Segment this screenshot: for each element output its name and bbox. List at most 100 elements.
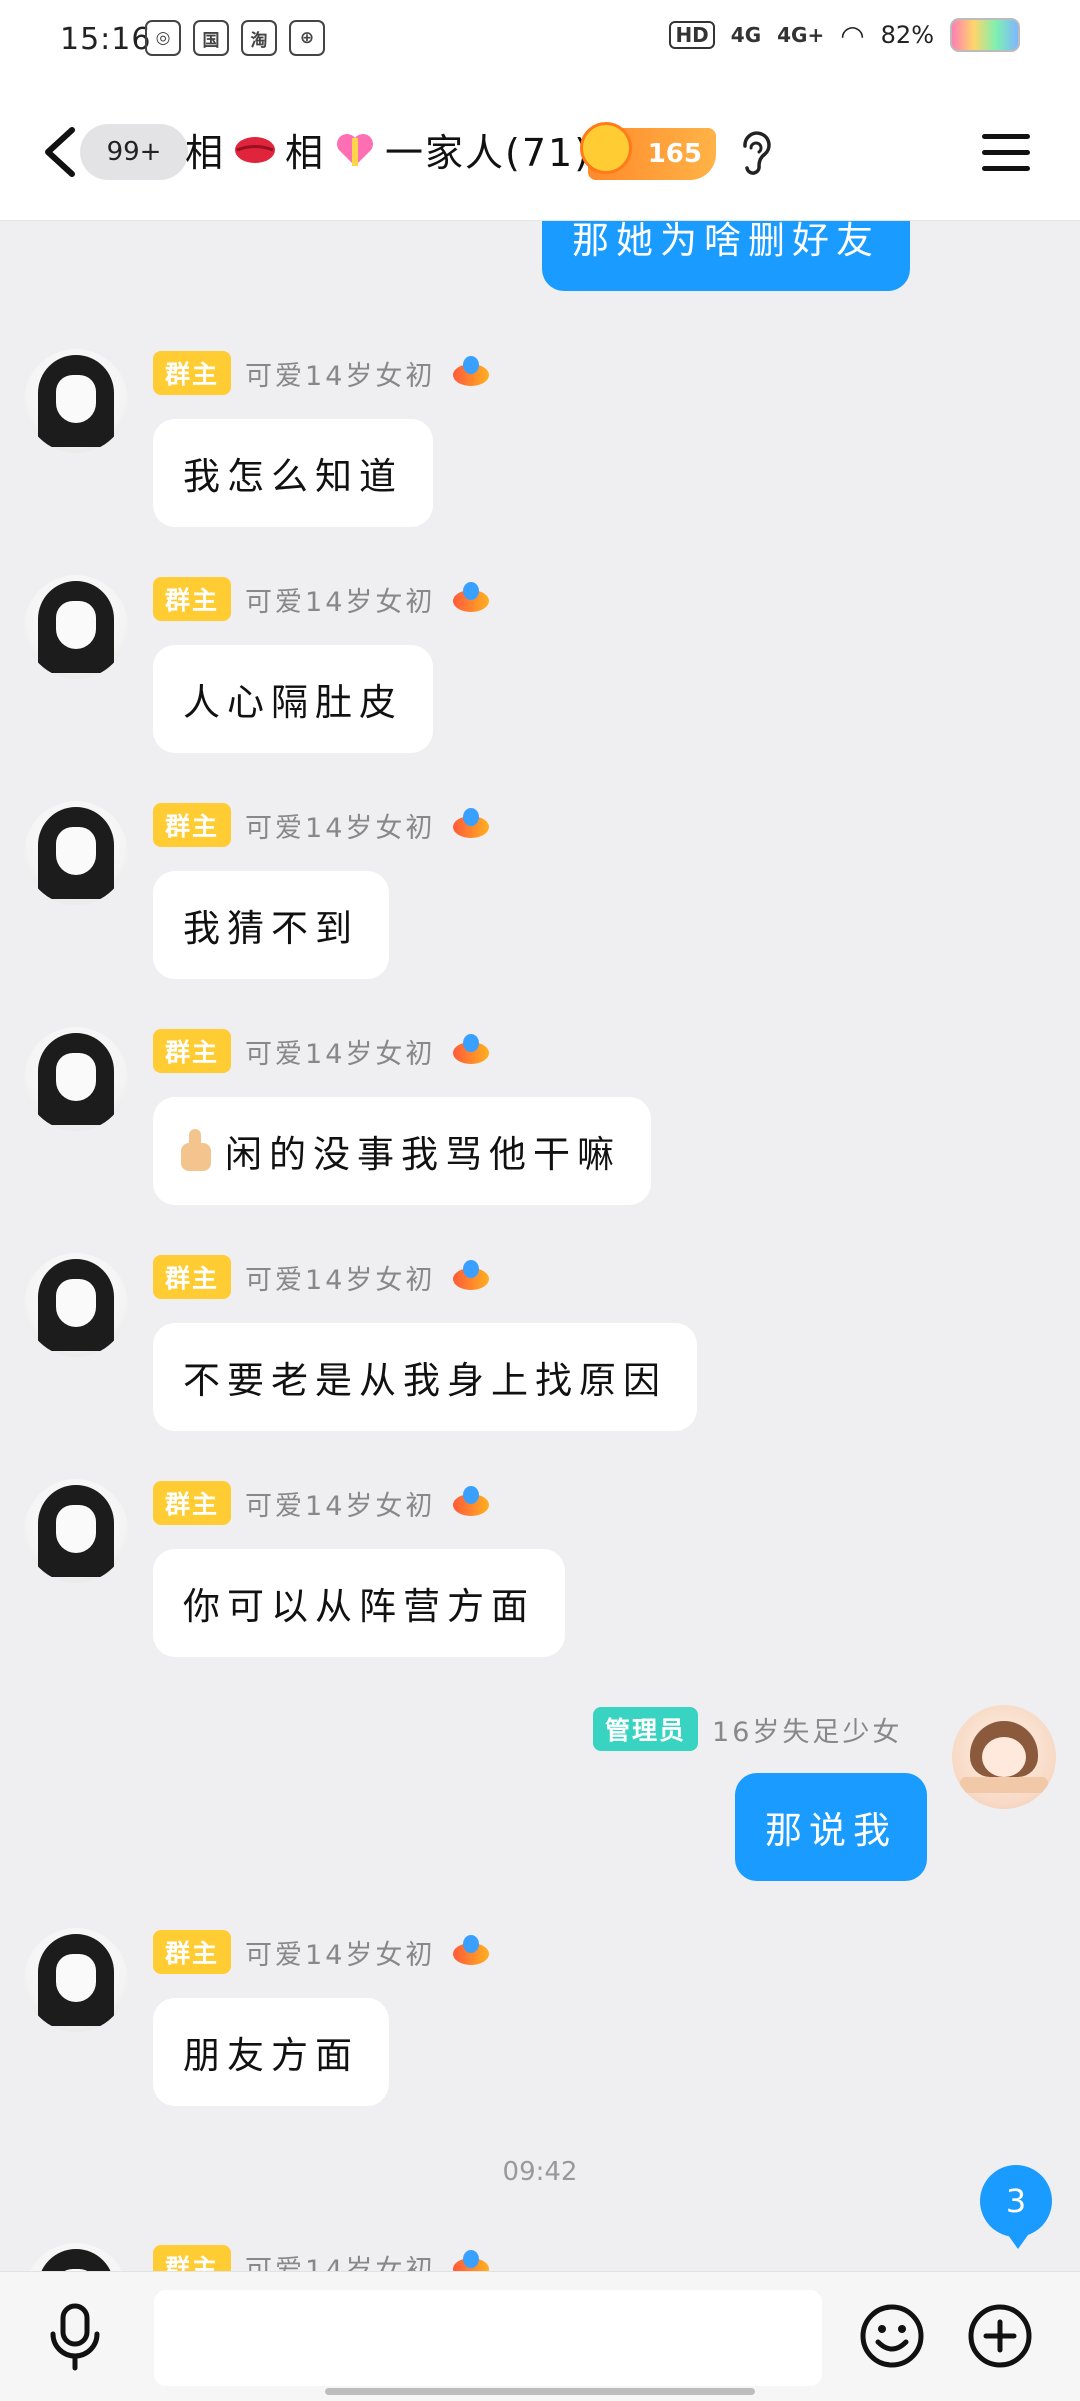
member-title-icon xyxy=(449,582,493,616)
message-bubble[interactable]: 不要老是从我身上找原因 xyxy=(153,1323,697,1431)
chat-header: 99+ 相 相 一家人(71) 165 xyxy=(0,84,1080,221)
message-bubble[interactable]: 人心隔肚皮 xyxy=(153,645,433,753)
unread-count-badge[interactable]: 99+ xyxy=(80,124,188,180)
avatar[interactable] xyxy=(24,1027,128,1131)
message-bubble[interactable]: 你可以从阵营方面 xyxy=(153,1549,565,1657)
role-badge-admin: 管理员 xyxy=(593,1707,699,1751)
role-badge-owner: 群主 xyxy=(153,1255,232,1299)
message-text: 那说我 xyxy=(765,1809,897,1852)
role-badge-owner: 群主 xyxy=(153,577,232,621)
message-bubble[interactable]: 朋友方面 xyxy=(153,1998,389,2106)
sender-nickname[interactable]: 可爱14岁女初 xyxy=(245,806,435,845)
message-text: 我怎么知道 xyxy=(183,455,403,498)
sender-meta: 群主 可爱14岁女初 xyxy=(153,2245,493,2271)
group-level-value: 165 xyxy=(647,139,702,169)
message-text: 那她为啥删好友 xyxy=(572,221,880,262)
message-bubble[interactable]: 我怎么知道 xyxy=(153,419,433,527)
message-text: 闲的没事我骂他干嘛 xyxy=(225,1133,621,1176)
role-badge-owner: 群主 xyxy=(153,1481,232,1525)
lips-icon xyxy=(235,136,276,163)
network-icon: 4G xyxy=(730,23,762,47)
avatar[interactable] xyxy=(24,349,128,453)
sender-nickname[interactable]: 16岁失足少女 xyxy=(712,1710,902,1749)
plus-icon[interactable] xyxy=(966,2302,1034,2370)
battery-icon xyxy=(950,18,1020,52)
group-level-badge: 165 xyxy=(580,122,716,180)
sender-meta: 群主 可爱14岁女初 xyxy=(153,351,493,395)
role-badge-owner: 群主 xyxy=(153,1930,232,1974)
group-title-text: 一家人(71) xyxy=(385,131,592,175)
ear-icon[interactable] xyxy=(735,128,775,176)
avatar[interactable] xyxy=(24,575,128,679)
menu-icon[interactable] xyxy=(982,134,1030,174)
network-icon: 4G+ xyxy=(777,23,825,47)
app-notification-icon: 淘 xyxy=(241,20,277,56)
avatar[interactable] xyxy=(24,2243,128,2271)
message-bubble[interactable]: 那她为啥删好友 xyxy=(542,221,910,291)
app-notification-icon: ⊕ xyxy=(289,20,325,56)
group-title-text: 相 xyxy=(285,131,326,175)
avatar[interactable] xyxy=(24,1928,128,2032)
role-badge-owner: 群主 xyxy=(153,1029,232,1073)
sender-nickname[interactable]: 可爱14岁女初 xyxy=(245,354,435,393)
role-badge-owner: 群主 xyxy=(153,2245,232,2271)
sender-nickname[interactable]: 可爱14岁女初 xyxy=(245,1032,435,1071)
group-title-text: 相 xyxy=(185,131,226,175)
my-avatar[interactable] xyxy=(952,1705,1056,1809)
new-messages-button[interactable]: 3 xyxy=(980,2165,1052,2249)
microphone-icon[interactable] xyxy=(42,2302,108,2372)
member-title-icon xyxy=(449,2250,493,2271)
message-list[interactable]: 那她为啥删好友 群主 可爱14岁女初 我怎么知道 群主 可爱14岁女初 人心隔肚… xyxy=(0,221,1080,2271)
member-title-icon xyxy=(449,1486,493,1520)
avatar[interactable] xyxy=(24,801,128,905)
message-text: 你可以从阵营方面 xyxy=(183,1585,535,1628)
member-title-icon xyxy=(449,1034,493,1068)
sender-meta: 群主 可爱14岁女初 xyxy=(153,1930,493,1974)
message-text: 不要老是从我身上找原因 xyxy=(183,1359,667,1402)
role-badge-owner: 群主 xyxy=(153,803,232,847)
sender-nickname[interactable]: 可爱14岁女初 xyxy=(245,580,435,619)
hd-icon: HD xyxy=(669,21,715,49)
message-input[interactable] xyxy=(154,2290,822,2386)
message-text: 我猜不到 xyxy=(183,907,359,950)
heart-icon xyxy=(337,133,374,166)
message-bubble[interactable]: 我猜不到 xyxy=(153,871,389,979)
sender-nickname[interactable]: 可爱14岁女初 xyxy=(245,1258,435,1297)
message-timestamp: 09:42 xyxy=(502,2157,578,2187)
status-right-icons: HD 4G 4G+ ◠ 82% xyxy=(669,18,1020,52)
app-notification-icon: 国 xyxy=(193,20,229,56)
sender-meta: 群主 可爱14岁女初 xyxy=(153,1029,493,1073)
input-bar xyxy=(0,2271,1080,2401)
app-notification-icon: ◎ xyxy=(145,20,181,56)
home-indicator[interactable] xyxy=(325,2388,755,2395)
wifi-icon: ◠ xyxy=(840,18,865,52)
message-text: 朋友方面 xyxy=(183,2034,359,2077)
role-badge-owner: 群主 xyxy=(153,351,232,395)
sender-nickname[interactable]: 可爱14岁女初 xyxy=(245,1933,435,1972)
back-arrow-icon[interactable] xyxy=(36,124,86,180)
member-title-icon xyxy=(449,808,493,842)
sender-nickname[interactable]: 可爱14岁女初 xyxy=(245,1484,435,1523)
sender-meta: 管理员 16岁失足少女 xyxy=(593,1707,902,1751)
message-bubble[interactable]: 那说我 xyxy=(735,1773,927,1881)
sender-nickname[interactable]: 可爱14岁女初 xyxy=(245,2248,435,2272)
status-bar: 15:16 ◎ 国 淘 ⊕ HD 4G 4G+ ◠ 82% xyxy=(0,0,1080,84)
sender-meta: 群主 可爱14岁女初 xyxy=(153,1255,493,1299)
group-title[interactable]: 相 相 一家人(71) xyxy=(185,122,591,177)
member-title-icon xyxy=(449,1935,493,1969)
avatar[interactable] xyxy=(24,1479,128,1583)
thumbs-up-icon xyxy=(175,1129,215,1173)
status-time: 15:16 xyxy=(60,22,152,57)
member-title-icon xyxy=(449,1260,493,1294)
status-notification-icons: ◎ 国 淘 ⊕ xyxy=(145,20,325,56)
message-text: 人心隔肚皮 xyxy=(183,681,403,724)
sender-meta: 群主 可爱14岁女初 xyxy=(153,803,493,847)
fire-face-icon xyxy=(580,122,632,174)
member-title-icon xyxy=(449,356,493,390)
sender-meta: 群主 可爱14岁女初 xyxy=(153,577,493,621)
battery-percent: 82% xyxy=(880,21,934,49)
avatar[interactable] xyxy=(24,1253,128,1357)
emoji-icon[interactable] xyxy=(858,2302,926,2370)
message-bubble[interactable]: 闲的没事我骂他干嘛 xyxy=(153,1097,651,1205)
sender-meta: 群主 可爱14岁女初 xyxy=(153,1481,493,1525)
